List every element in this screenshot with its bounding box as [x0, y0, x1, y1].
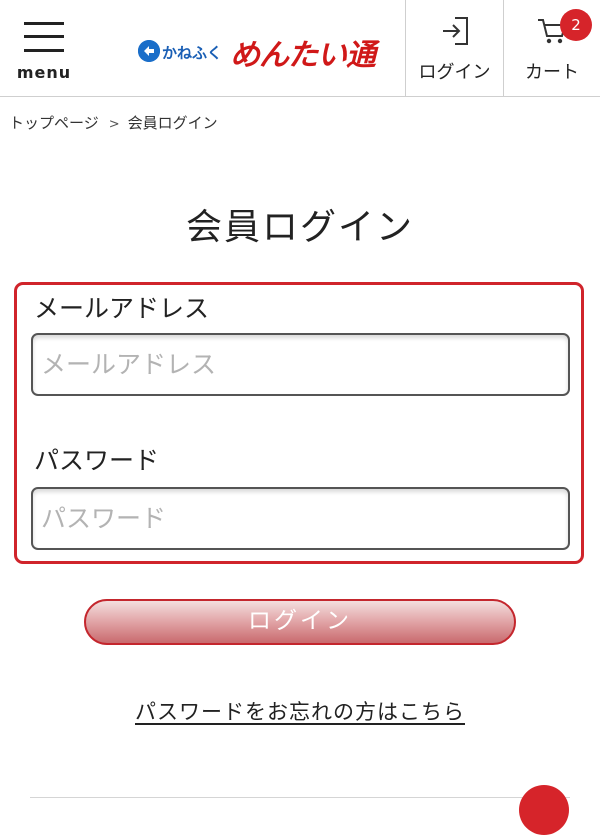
menu-label: menu	[16, 63, 72, 82]
login-icon	[442, 17, 468, 45]
site-header: menu かねふく めんたい通 ログイン 2 カート	[0, 0, 600, 97]
breadcrumb-separator: >	[108, 117, 120, 132]
header-login-button[interactable]: ログイン	[405, 0, 503, 97]
login-submit-button[interactable]: ログイン	[84, 599, 516, 645]
header-cart-button[interactable]: 2 カート	[503, 0, 600, 97]
site-logo[interactable]: かねふく めんたい通	[138, 30, 376, 74]
hamburger-icon	[24, 22, 64, 52]
logo-kana: かねふく	[162, 44, 223, 62]
section-divider	[30, 797, 570, 798]
email-label: メールアドレス	[34, 294, 210, 323]
header-login-label: ログイン	[418, 62, 491, 83]
header-cart-label: カート	[525, 62, 579, 83]
password-label: パスワード	[34, 446, 160, 475]
email-input[interactable]	[31, 333, 570, 396]
scroll-top-button[interactable]	[519, 785, 569, 835]
logo-brand: めんたい通	[230, 38, 376, 73]
page-title: 会員ログイン	[185, 207, 414, 248]
breadcrumb: トップページ > 会員ログイン	[9, 112, 218, 133]
menu-button[interactable]: menu	[0, 0, 88, 97]
brand-mark-icon	[138, 40, 160, 62]
breadcrumb-home-link[interactable]: トップページ	[9, 114, 99, 132]
cart-count-badge: 2	[560, 9, 592, 41]
forgot-password-container: パスワードをお忘れの方はこちら	[0, 696, 600, 726]
forgot-password-link[interactable]: パスワードをお忘れの方はこちら	[135, 700, 465, 724]
breadcrumb-current: 会員ログイン	[127, 114, 218, 132]
password-input[interactable]	[31, 487, 570, 550]
login-form: メールアドレス パスワード	[14, 282, 584, 564]
